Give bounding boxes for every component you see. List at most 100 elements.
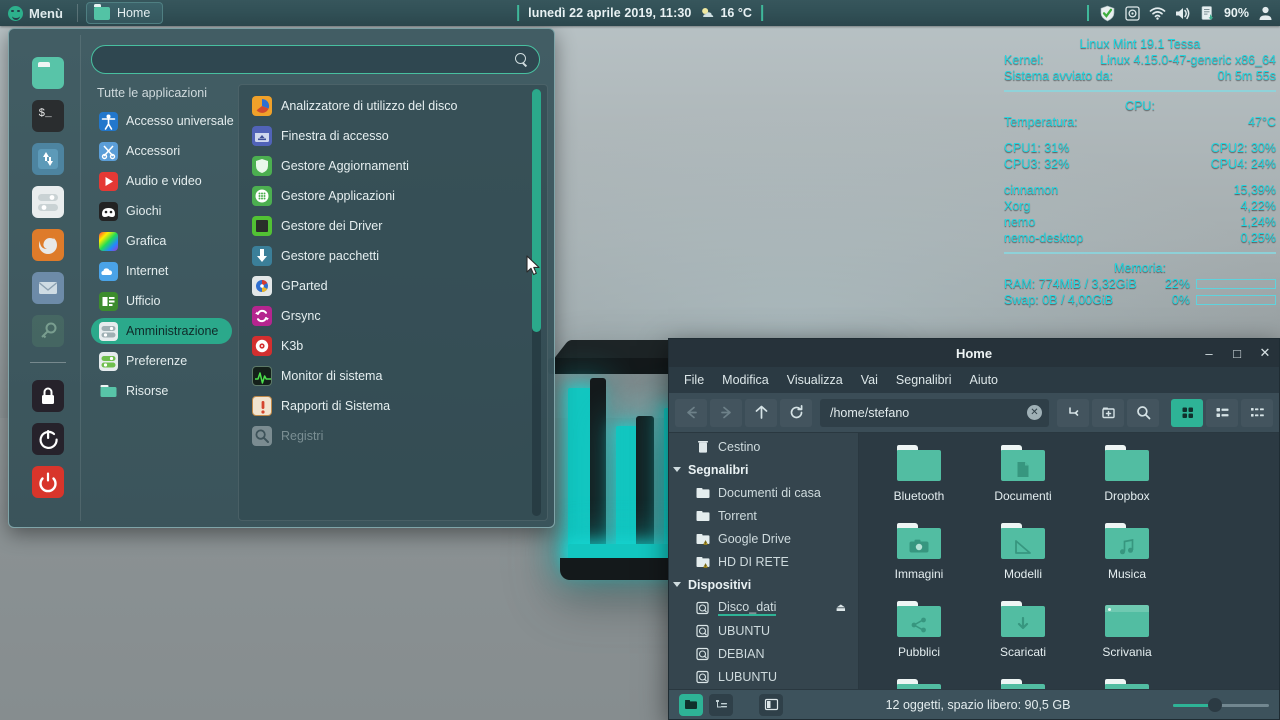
category-ufficio[interactable]: Ufficio bbox=[91, 288, 232, 314]
zoom-slider[interactable] bbox=[1173, 697, 1269, 712]
extra-pane-toggle-button[interactable] bbox=[759, 693, 783, 716]
menu-file[interactable]: File bbox=[675, 367, 713, 393]
category-giochi[interactable]: Giochi bbox=[91, 198, 232, 224]
window-titlebar[interactable]: Home – □ ✕ bbox=[669, 339, 1279, 367]
disclosure-icon[interactable] bbox=[673, 582, 681, 587]
menu-aiuto[interactable]: Aiuto bbox=[961, 367, 1008, 393]
file-item-immagini[interactable]: Immagini bbox=[867, 523, 971, 601]
user-icon[interactable] bbox=[1257, 5, 1274, 22]
disk-icon[interactable] bbox=[1124, 5, 1141, 22]
shutdown-icon[interactable] bbox=[31, 466, 64, 498]
sidebar-section-dispositivi[interactable]: Dispositivi bbox=[669, 573, 858, 596]
shield-icon[interactable] bbox=[1099, 5, 1116, 22]
file-item-scrivania[interactable]: Scrivania bbox=[1075, 601, 1179, 679]
file-item-modelli[interactable]: Modelli bbox=[971, 523, 1075, 601]
app-item-system-monitor[interactable]: Monitor di sistema bbox=[247, 361, 547, 391]
category-audio-e-video[interactable]: Audio e video bbox=[91, 168, 232, 194]
sidebar-item-disco-dati[interactable]: Disco_dati ⏏ bbox=[669, 596, 858, 619]
mail-icon[interactable] bbox=[31, 272, 64, 304]
file-item-torrent[interactable]: Torrent bbox=[867, 679, 971, 689]
file-item-documenti[interactable]: Documenti bbox=[971, 445, 1075, 523]
menu-vai[interactable]: Vai bbox=[852, 367, 887, 393]
app-item-software-manager[interactable]: Gestore Applicazioni bbox=[247, 181, 547, 211]
places-toggle-button[interactable] bbox=[679, 693, 703, 716]
app-item-gparted[interactable]: GParted bbox=[247, 271, 547, 301]
open-terminal-icon[interactable] bbox=[1057, 398, 1089, 427]
weather-applet[interactable]: 16 °C bbox=[700, 6, 752, 20]
app-item-k3b[interactable]: K3b bbox=[247, 331, 547, 361]
path-input[interactable]: /home/stefano ✕ bbox=[820, 398, 1049, 427]
clear-icon[interactable]: ✕ bbox=[1027, 405, 1042, 420]
file-item-web[interactable]: Web bbox=[1075, 679, 1179, 689]
app-item-logs[interactable]: Registri bbox=[247, 421, 547, 451]
eject-icon[interactable]: ⏏ bbox=[836, 601, 846, 614]
clock-applet[interactable]: lunedì 22 aprile 2019, 11:30 bbox=[528, 6, 691, 20]
disclosure-icon[interactable] bbox=[673, 467, 681, 472]
file-item-video[interactable]: Video bbox=[971, 679, 1075, 689]
lock-screen-icon[interactable] bbox=[31, 380, 64, 412]
sidebar-section-segnalibri[interactable]: Segnalibri bbox=[669, 458, 858, 481]
category-internet[interactable]: Internet bbox=[91, 258, 232, 284]
sidebar-item-ubuntu[interactable]: UBUNTU bbox=[669, 619, 858, 642]
minimize-button[interactable]: – bbox=[1195, 339, 1223, 367]
task-button-home[interactable]: Home bbox=[85, 2, 164, 24]
up-icon[interactable] bbox=[745, 398, 777, 427]
applist-scrollbar-thumb[interactable] bbox=[532, 89, 541, 332]
sidebar-item-torrent[interactable]: Torrent bbox=[669, 504, 858, 527]
app-item-grsync[interactable]: Grsync bbox=[247, 301, 547, 331]
application-list[interactable]: Analizzatore di utilizzo del disco Fines… bbox=[238, 84, 548, 521]
app-item-package-manager[interactable]: Gestore pacchetti bbox=[247, 241, 547, 271]
category-risorse[interactable]: Risorse bbox=[91, 378, 232, 404]
applist-scrollbar[interactable] bbox=[532, 89, 541, 516]
app-item-driver-manager[interactable]: Gestore dei Driver bbox=[247, 211, 547, 241]
menu-button[interactable]: Menù bbox=[0, 0, 71, 26]
category-preferenze[interactable]: Preferenze bbox=[91, 348, 232, 374]
category-amministrazione[interactable]: Amministrazione bbox=[91, 318, 232, 344]
sidebar-item-google-drive[interactable]: Google Drive bbox=[669, 527, 858, 550]
icon-view-icon[interactable] bbox=[1171, 398, 1203, 427]
app-item-login-window[interactable]: Finestra di accesso bbox=[247, 121, 547, 151]
wifi-icon[interactable] bbox=[1149, 5, 1166, 22]
menu-modifica[interactable]: Modifica bbox=[713, 367, 778, 393]
maximize-button[interactable]: □ bbox=[1223, 339, 1251, 367]
app-item-update-manager[interactable]: Gestore Aggiornamenti bbox=[247, 151, 547, 181]
category-accesso-universale[interactable]: Accesso universale bbox=[91, 108, 234, 134]
app-item-disk-usage-analyzer[interactable]: Analizzatore di utilizzo del disco bbox=[247, 91, 547, 121]
app-item-system-reports[interactable]: Rapporti di Sistema bbox=[247, 391, 547, 421]
sidebar-item-hd-di-rete[interactable]: HD DI RETE bbox=[669, 550, 858, 573]
search-input[interactable] bbox=[105, 52, 515, 67]
logout-icon[interactable] bbox=[31, 423, 64, 455]
menu-segnalibri[interactable]: Segnalibri bbox=[887, 367, 961, 393]
files-icon[interactable] bbox=[31, 57, 64, 89]
forward-icon[interactable] bbox=[710, 398, 742, 427]
back-icon[interactable] bbox=[675, 398, 707, 427]
sidebar-item-cestino[interactable]: Cestino bbox=[669, 435, 858, 458]
sidebar-item-lubuntu[interactable]: LUBUNTU bbox=[669, 665, 858, 688]
sidebar-item-documenti-di-casa[interactable]: Documenti di casa bbox=[669, 481, 858, 504]
sidebar-item-debian[interactable]: DEBIAN bbox=[669, 642, 858, 665]
firefox-icon[interactable] bbox=[31, 229, 64, 261]
file-item-dropbox[interactable]: Dropbox bbox=[1075, 445, 1179, 523]
file-item-pubblici[interactable]: Pubblici bbox=[867, 601, 971, 679]
search-icon[interactable] bbox=[1127, 398, 1159, 427]
file-item-musica[interactable]: Musica bbox=[1075, 523, 1179, 601]
software-updates-icon[interactable] bbox=[31, 143, 64, 175]
updates-icon[interactable] bbox=[1199, 5, 1216, 22]
settings-icon[interactable] bbox=[31, 186, 64, 218]
file-item-bluetooth[interactable]: Bluetooth bbox=[867, 445, 971, 523]
tree-toggle-button[interactable] bbox=[709, 693, 733, 716]
keyring-icon[interactable] bbox=[31, 315, 64, 347]
battery-percentage[interactable]: 90% bbox=[1224, 6, 1249, 20]
reload-icon[interactable] bbox=[780, 398, 812, 427]
search-box[interactable] bbox=[91, 45, 540, 74]
category-accessori[interactable]: Accessori bbox=[91, 138, 232, 164]
menu-visualizza[interactable]: Visualizza bbox=[778, 367, 852, 393]
volume-icon[interactable] bbox=[1174, 5, 1191, 22]
file-item-scaricati[interactable]: Scaricati bbox=[971, 601, 1075, 679]
terminal-icon[interactable]: $_ bbox=[31, 100, 64, 132]
close-button[interactable]: ✕ bbox=[1251, 339, 1279, 367]
compact-view-icon[interactable] bbox=[1241, 398, 1273, 427]
list-view-icon[interactable] bbox=[1206, 398, 1238, 427]
category-grafica[interactable]: Grafica bbox=[91, 228, 232, 254]
file-view[interactable]: Bluetooth Documenti Dropbox Immagini Mod… bbox=[859, 433, 1279, 689]
